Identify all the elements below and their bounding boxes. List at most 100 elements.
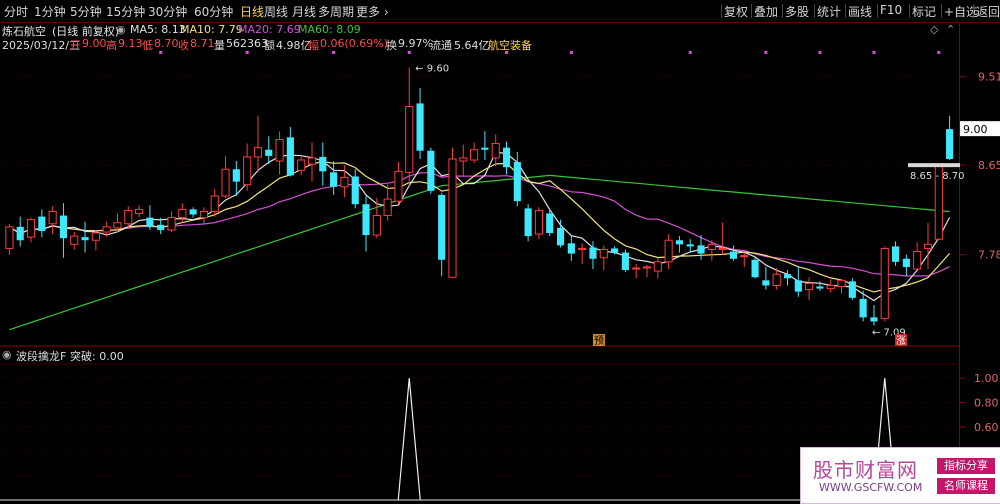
- badge-left-label: 预: [594, 335, 604, 347]
- toolbar-separator: [782, 4, 783, 18]
- candle-body-down: [232, 169, 240, 182]
- candle-body-up: [243, 156, 252, 186]
- candle-body-up: [340, 176, 349, 188]
- candle-body-up: [459, 157, 468, 162]
- tab-10[interactable]: 更多 ›: [356, 3, 389, 20]
- tab-0[interactable]: 分时: [4, 3, 28, 20]
- toolbar-button-4[interactable]: 画线: [848, 3, 872, 20]
- candle-body-up: [221, 168, 230, 197]
- open-label: 开: [70, 39, 81, 52]
- candle-body-down: [427, 150, 435, 191]
- candle-body-down: [675, 240, 683, 245]
- tab-8[interactable]: 月线: [292, 3, 316, 20]
- candle-body-down: [686, 244, 694, 247]
- candle-body-up: [578, 247, 587, 250]
- diamond-icon[interactable]: ◇: [930, 23, 938, 36]
- candle-body-down: [416, 103, 424, 151]
- float-value: 5.64亿: [454, 39, 490, 52]
- toolbar-separator: [845, 4, 846, 18]
- candle-body-up: [178, 208, 187, 219]
- indicator-name[interactable]: 波段擒龙F: [16, 348, 66, 364]
- toolbar-separator: [814, 4, 815, 18]
- turnover-label: 换: [386, 39, 397, 52]
- toolbar-button-1[interactable]: 叠加: [754, 3, 778, 20]
- ma20-label: MA20: 7.69: [238, 23, 301, 36]
- candle-body-down: [902, 258, 910, 267]
- candle-body-up: [383, 198, 392, 217]
- candle-body-down: [286, 137, 294, 176]
- candle-body-down: [81, 237, 89, 241]
- range-tag-label: 8.65 - 8.70: [910, 171, 965, 182]
- tab-3[interactable]: 15分钟: [106, 3, 145, 20]
- candle-body-down: [189, 209, 197, 215]
- toolbar-button-6[interactable]: 标记: [912, 3, 936, 20]
- toolbar-separator: [909, 4, 910, 18]
- candle-body-down: [362, 204, 370, 236]
- indicator-menu-icon[interactable]: ◉: [2, 348, 12, 361]
- dropdown-circle-icon[interactable]: ◉: [116, 23, 126, 36]
- price-tick-label: 9.51: [978, 71, 1000, 84]
- tab-2[interactable]: 5分钟: [70, 3, 102, 20]
- kline-chart[interactable]: 9.51 8.65 7.78 9.00 8.65 - 8.70 1.00 0.80 0.60…: [0, 0, 1000, 502]
- toolbar-separator: [721, 4, 722, 18]
- candle-body-up: [470, 149, 479, 161]
- candle-body-down: [265, 149, 273, 156]
- tab-6[interactable]: 日线: [240, 3, 264, 20]
- toolbar-button-8[interactable]: 返回: [976, 3, 1000, 20]
- tab-5[interactable]: 60分钟: [194, 3, 233, 20]
- candle-body-down: [697, 245, 705, 254]
- low-label: 低: [142, 39, 153, 52]
- toolbar-separator: [973, 4, 974, 18]
- candle-body-up: [199, 210, 208, 219]
- candle-body-up: [253, 147, 263, 158]
- tab-9[interactable]: 多周期: [318, 3, 354, 20]
- moving-average-lines: [9, 151, 951, 331]
- toolbar-separator: [941, 4, 942, 18]
- toolbar-button-5[interactable]: F10: [880, 3, 902, 17]
- candle-body-down: [502, 147, 511, 168]
- candle-body-down: [59, 215, 68, 239]
- candle-body-down: [859, 298, 867, 318]
- candle-body-up: [135, 208, 144, 214]
- candle-body-down: [891, 246, 900, 262]
- tab-7[interactable]: 周线: [264, 3, 288, 20]
- candle-body-up: [70, 235, 79, 245]
- close-label: 收: [178, 39, 189, 52]
- watermark-title: 股市财富网: [813, 458, 918, 482]
- ma5-label: MA5: 8.13: [130, 23, 186, 36]
- candle-body-up: [102, 226, 111, 233]
- toolbar-button-0[interactable]: 复权: [724, 3, 748, 20]
- change-value: 0.06(0.69%): [320, 37, 389, 50]
- candle-body-up: [772, 273, 781, 286]
- candle-body-down: [848, 281, 856, 298]
- candle-body-down: [729, 251, 738, 259]
- sector-name[interactable]: 航空装备: [488, 37, 532, 53]
- change-label: 幅: [308, 39, 319, 52]
- candle-body-up: [664, 239, 673, 263]
- candle-body-up: [124, 209, 133, 225]
- open-value: 9.00: [82, 37, 107, 50]
- chevron-up-icon[interactable]: ⌃: [946, 23, 955, 36]
- candle-body-down: [816, 286, 824, 289]
- candle-body-down: [513, 162, 521, 202]
- range-tag-bar: [908, 163, 960, 168]
- ma10-label: MA10: 7.79: [180, 23, 243, 36]
- close-value: 8.71: [190, 37, 215, 50]
- price-axis: 9.51 8.65 7.78 9.00 8.65 - 8.70: [908, 71, 1000, 262]
- candle-body-up: [167, 217, 176, 231]
- candle-body-down: [567, 243, 575, 254]
- candle-body-up: [394, 170, 403, 202]
- tab-4[interactable]: 30分钟: [148, 3, 187, 20]
- amount-label: 额: [264, 39, 275, 52]
- candle-body-up: [805, 282, 814, 291]
- toolbar-button-3[interactable]: 统计: [817, 3, 841, 20]
- toolbar-button-2[interactable]: 多股: [785, 3, 809, 20]
- tab-1[interactable]: 1分钟: [34, 3, 66, 20]
- candle-body-down: [38, 216, 46, 231]
- badge-right-label: 涨: [896, 335, 906, 347]
- candle-body-down: [794, 280, 802, 292]
- candle-body-down: [157, 224, 165, 230]
- candle-body-up: [642, 266, 652, 269]
- candle-body-down: [556, 227, 565, 246]
- candle-body-up: [599, 248, 608, 259]
